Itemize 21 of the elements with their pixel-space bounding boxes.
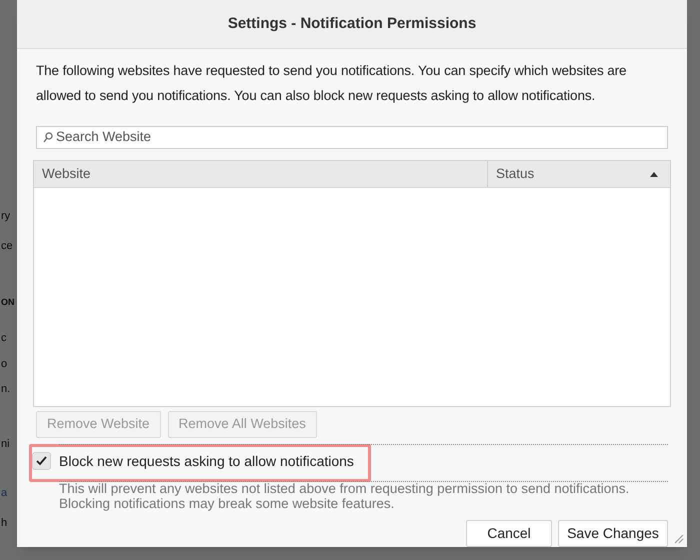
search-icon	[43, 132, 53, 143]
cancel-button[interactable]: Cancel	[466, 520, 552, 547]
checkbox-label[interactable]: Block new requests asking to allow notifications	[59, 450, 354, 472]
resize-grip-icon[interactable]	[674, 534, 684, 544]
save-button[interactable]: Save Changes	[558, 520, 668, 547]
description-text: The following websites have requested to send you notifications. You can specify which websites are allowed to send you notifications. You can also block new requests asking to allow notifications.	[36, 62, 628, 105]
background-text: c	[1, 331, 6, 346]
background-text: h	[1, 516, 8, 531]
note-text: This will prevent any websites not listed above from requesting permission to send notifications. Blocking notifications may break some website features.	[59, 481, 630, 511]
column-header[interactable]: Status	[488, 161, 670, 187]
background-text: ni	[1, 437, 10, 452]
background-text: o	[1, 357, 8, 372]
background-text: ry	[1, 209, 10, 224]
background-text: ce	[1, 239, 13, 254]
background-text: ON	[1, 296, 14, 309]
check-icon	[36, 456, 47, 466]
window-title: Settings - Notification Permissions	[228, 14, 476, 34]
background-text: a	[1, 486, 8, 501]
checkbox[interactable]	[32, 452, 51, 470]
column-header[interactable]: Website	[34, 161, 488, 187]
background-text: n.	[1, 382, 10, 397]
